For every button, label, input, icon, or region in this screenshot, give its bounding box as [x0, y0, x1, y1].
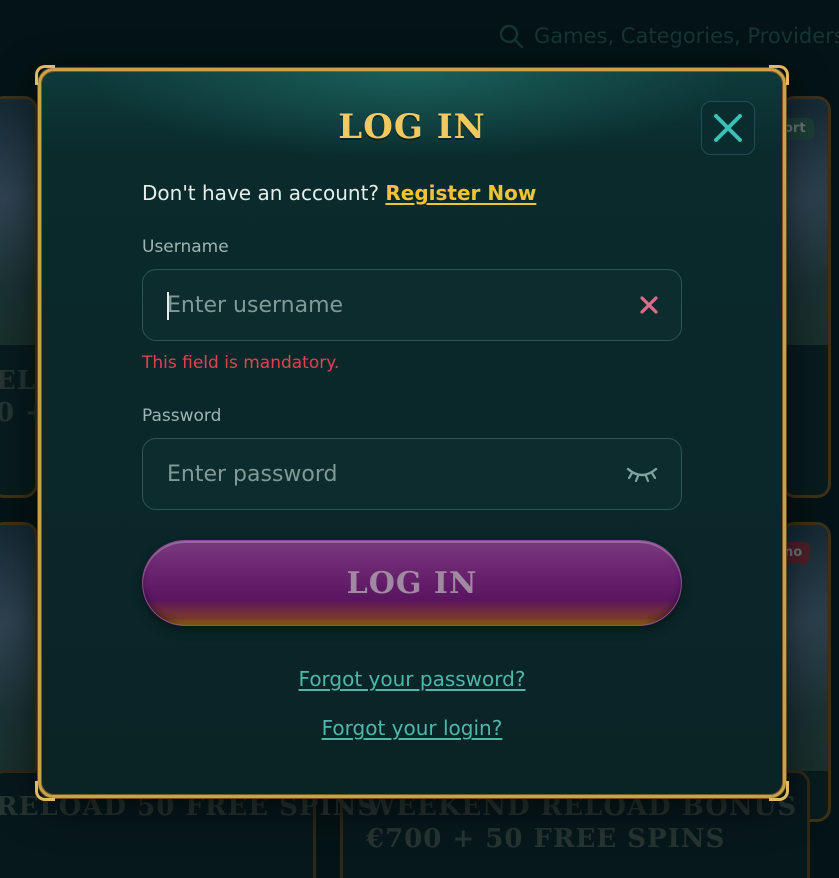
register-prompt: Don't have an account? Register Now	[142, 181, 536, 205]
username-label: Username	[142, 237, 229, 257]
modal-corner-ornament	[35, 781, 55, 801]
login-submit-label: LOG IN	[346, 565, 478, 601]
login-modal: LOG IN Don't have an account? Register N…	[35, 65, 789, 801]
forgot-login-link[interactable]: Forgot your login?	[41, 716, 783, 740]
close-button[interactable]	[701, 101, 755, 155]
username-input[interactable]	[167, 292, 681, 318]
clear-username-button[interactable]	[639, 295, 659, 315]
text-caret	[167, 292, 169, 320]
username-error-message: This field is mandatory.	[142, 353, 340, 373]
register-prompt-text: Don't have an account?	[142, 181, 380, 205]
eye-closed-icon	[626, 467, 658, 483]
password-input[interactable]	[167, 461, 681, 487]
clear-icon	[640, 296, 658, 314]
login-submit-button[interactable]: LOG IN	[142, 540, 682, 626]
toggle-password-visibility-button[interactable]	[625, 464, 659, 484]
close-icon	[714, 114, 742, 142]
password-label: Password	[142, 406, 222, 426]
modal-title: LOG IN	[338, 107, 486, 147]
forgot-password-link[interactable]: Forgot your password?	[41, 667, 783, 691]
modal-corner-ornament	[769, 65, 789, 85]
modal-corner-ornament	[769, 781, 789, 801]
register-now-link[interactable]: Register Now	[385, 181, 536, 205]
password-field-container	[142, 438, 682, 510]
username-field-container	[142, 269, 682, 341]
modal-corner-ornament	[35, 65, 55, 85]
